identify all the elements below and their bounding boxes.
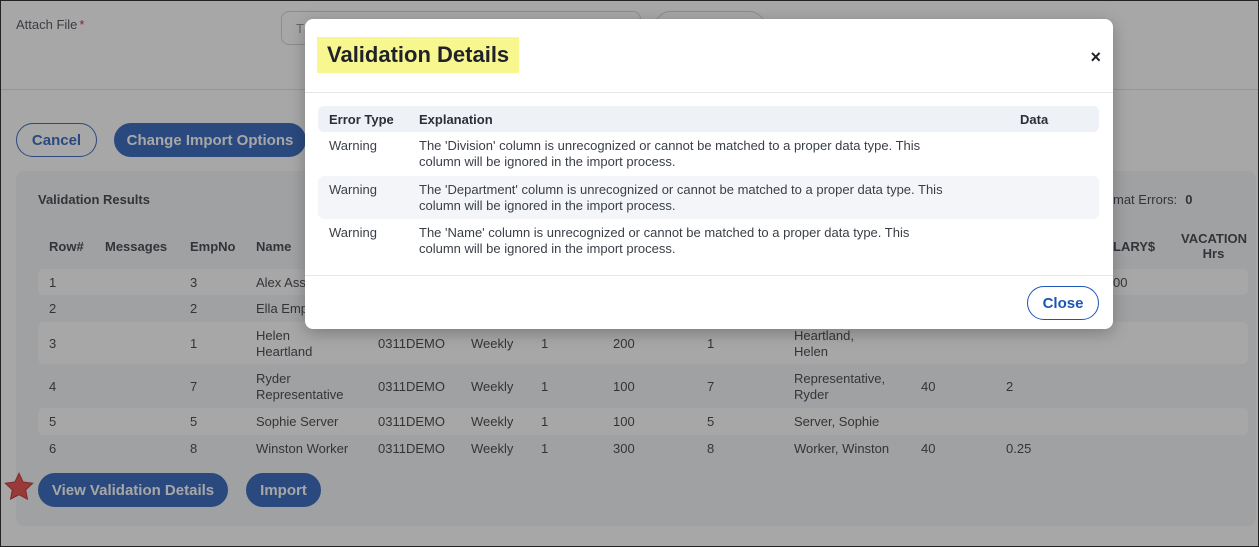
- modal-footer-divider: [305, 275, 1113, 276]
- col-error-type: Error Type: [329, 112, 394, 127]
- modal-header-divider: [305, 92, 1113, 93]
- cell-explanation: The 'Name' column is unrecognized or can…: [419, 225, 910, 256]
- cell-explanation: The 'Department' column is unrecognized …: [419, 182, 943, 213]
- modal-title: Validation Details: [317, 37, 520, 73]
- validation-details-modal: Validation Details × Error Type Explanat…: [305, 19, 1113, 329]
- close-icon[interactable]: ×: [1090, 47, 1101, 68]
- close-button[interactable]: Close: [1027, 286, 1099, 320]
- col-data: Data: [1020, 112, 1049, 127]
- cell-error-type: Warning: [329, 225, 377, 240]
- cell-error-type: Warning: [329, 138, 377, 153]
- cell-error-type: Warning: [329, 182, 377, 197]
- col-explanation: Explanation: [419, 112, 493, 127]
- cell-explanation: The 'Division' column is unrecognized or…: [419, 138, 921, 169]
